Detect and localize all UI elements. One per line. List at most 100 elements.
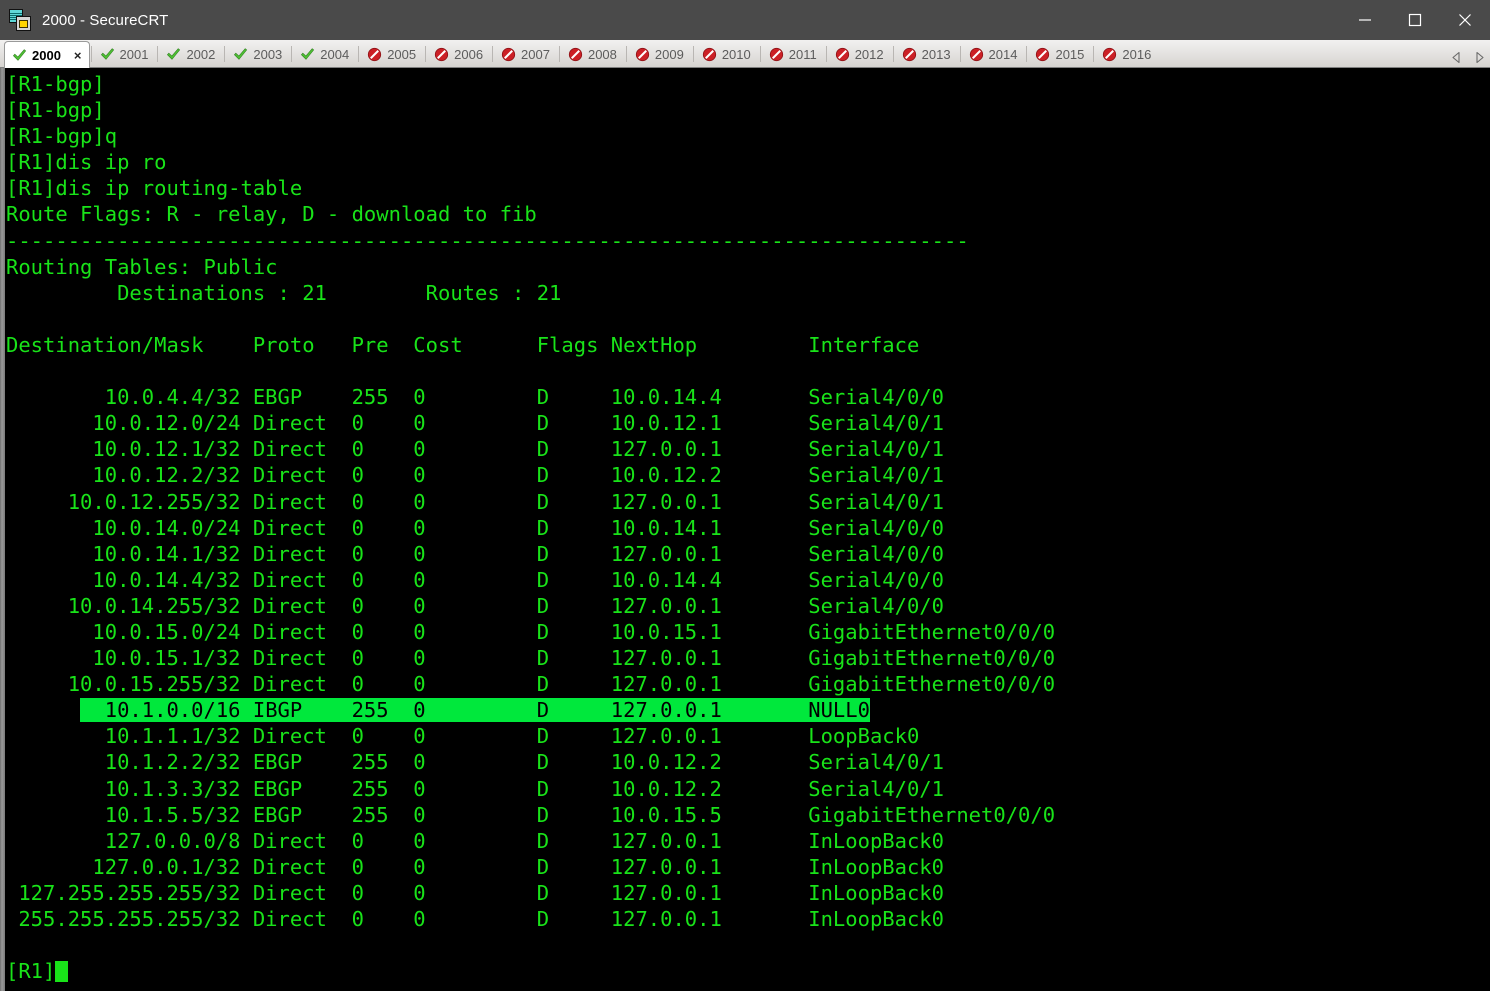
tab-separator bbox=[425, 46, 427, 62]
tab-close-icon[interactable]: × bbox=[71, 49, 85, 62]
tab-separator bbox=[90, 46, 92, 62]
maximize-button[interactable] bbox=[1390, 0, 1440, 40]
connected-icon bbox=[234, 47, 248, 60]
routing-table-row[interactable]: 10.0.14.255/32 Direct 0 0 D 127.0.0.1 Se… bbox=[6, 593, 1490, 619]
session-tab-2004[interactable]: 2004 bbox=[293, 41, 357, 67]
routing-table-row[interactable]: 127.0.0.1/32 Direct 0 0 D 127.0.0.1 InLo… bbox=[6, 854, 1490, 880]
session-tab-2007[interactable]: 2007 bbox=[494, 41, 558, 67]
routing-table-row[interactable]: 10.1.3.3/32 EBGP 255 0 D 10.0.12.2 Seria… bbox=[6, 776, 1490, 802]
routing-table-row[interactable]: 255.255.255.255/32 Direct 0 0 D 127.0.0.… bbox=[6, 906, 1490, 932]
disconnected-icon bbox=[835, 47, 849, 61]
routing-table-row[interactable]: 10.1.2.2/32 EBGP 255 0 D 10.0.12.2 Seria… bbox=[6, 749, 1490, 775]
session-tab-2005[interactable]: 2005 bbox=[360, 41, 424, 67]
session-tab-2006[interactable]: 2006 bbox=[427, 41, 491, 67]
selected-row-highlight: 10.1.0.0/16 IBGP 255 0 D 127.0.0.1 NULL0 bbox=[80, 698, 870, 723]
terminal-prompt-line[interactable]: [R1] bbox=[6, 958, 1490, 984]
scroll-tabs-right-icon[interactable] bbox=[1473, 51, 1486, 64]
disconnected-icon bbox=[368, 47, 382, 61]
session-tab-2009[interactable]: 2009 bbox=[628, 41, 692, 67]
terminal-screen[interactable]: [R1-bgp] [R1-bgp] [R1-bgp]q [R1]dis ip ro [R… bbox=[5, 68, 1490, 991]
terminal-output-line-8: Destinations : 21 Routes : 21 bbox=[6, 280, 562, 305]
routing-table-row[interactable]: 10.0.12.0/24 Direct 0 0 D 10.0.12.1 Seri… bbox=[6, 410, 1490, 436]
session-tab-2015[interactable]: 2015 bbox=[1028, 41, 1092, 67]
routing-table-row[interactable]: 10.1.1.1/32 Direct 0 0 D 127.0.0.1 LoopB… bbox=[6, 723, 1490, 749]
tab-separator bbox=[492, 46, 494, 62]
tab-label: 2015 bbox=[1055, 46, 1085, 62]
session-tab-2013[interactable]: 2013 bbox=[895, 41, 959, 67]
routing-table-row[interactable]: 10.0.12.1/32 Direct 0 0 D 127.0.0.1 Seri… bbox=[6, 436, 1490, 462]
window-title: 2000 - SecureCRT bbox=[42, 11, 169, 29]
tab-label: 2013 bbox=[921, 46, 951, 62]
routing-table-row[interactable]: 10.0.12.2/32 Direct 0 0 D 10.0.12.2 Seri… bbox=[6, 462, 1490, 488]
disconnected-icon bbox=[635, 47, 649, 61]
routing-table-row[interactable]: 10.0.4.4/32 EBGP 255 0 D 10.0.14.4 Seria… bbox=[6, 384, 1490, 410]
terminal-cursor bbox=[55, 961, 68, 983]
routing-table-row[interactable]: 10.1.0.0/16 IBGP 255 0 D 127.0.0.1 NULL0 bbox=[6, 697, 1490, 723]
minimize-icon bbox=[1359, 19, 1371, 21]
routing-table-row[interactable]: 10.0.12.255/32 Direct 0 0 D 127.0.0.1 Se… bbox=[6, 489, 1490, 515]
disconnected-icon bbox=[769, 47, 783, 61]
connected-icon bbox=[301, 47, 315, 60]
securecrt-window: 2000 - SecureCRT 2000 × 2001 2002 2003 2004 20… bbox=[0, 0, 1490, 991]
session-tab-2001[interactable]: 2001 bbox=[93, 41, 157, 67]
tab-separator bbox=[358, 46, 360, 62]
tab-label: 2006 bbox=[454, 46, 484, 62]
terminal-output-line-0: [R1-bgp] bbox=[6, 72, 105, 96]
terminal-output-line-3: [R1]dis ip ro bbox=[6, 150, 167, 175]
scroll-tabs-left-icon[interactable] bbox=[1450, 51, 1463, 64]
tab-label: 2014 bbox=[988, 46, 1018, 62]
tab-label: 2010 bbox=[721, 46, 751, 62]
routing-table-row[interactable]: 127.255.255.255/32 Direct 0 0 D 127.0.0.… bbox=[6, 880, 1490, 906]
tab-label: 2012 bbox=[854, 46, 884, 62]
routing-table-row[interactable]: 10.0.14.1/32 Direct 0 0 D 127.0.0.1 Seri… bbox=[6, 541, 1490, 567]
tab-label: 2007 bbox=[521, 46, 550, 62]
close-button[interactable] bbox=[1440, 0, 1490, 40]
routing-table-row[interactable]: 10.0.15.1/32 Direct 0 0 D 127.0.0.1 Giga… bbox=[6, 645, 1490, 671]
routing-table-row[interactable]: 10.0.14.4/32 Direct 0 0 D 10.0.14.4 Seri… bbox=[6, 567, 1490, 593]
session-tab-2010[interactable]: 2010 bbox=[695, 41, 759, 67]
session-tab-2008[interactable]: 2008 bbox=[561, 41, 625, 67]
disconnected-icon bbox=[568, 47, 583, 61]
securecrt-icon bbox=[9, 9, 31, 31]
tab-separator bbox=[291, 46, 293, 62]
tab-label: 2002 bbox=[186, 46, 216, 62]
session-tab-2016[interactable]: 2016 bbox=[1095, 41, 1159, 67]
routing-table-row[interactable]: 10.1.5.5/32 EBGP 255 0 D 10.0.15.5 Gigab… bbox=[6, 802, 1490, 828]
tab-separator bbox=[959, 46, 961, 62]
routing-table-row[interactable]: 10.0.15.0/24 Direct 0 0 D 10.0.15.1 Giga… bbox=[6, 619, 1490, 645]
session-tab-2012[interactable]: 2012 bbox=[828, 41, 892, 67]
session-tab-2011[interactable]: 2011 bbox=[762, 41, 825, 67]
session-tab-2002[interactable]: 2002 bbox=[159, 41, 223, 67]
tab-scroll-controls[interactable] bbox=[1450, 51, 1486, 64]
tab-label: 2009 bbox=[654, 46, 684, 62]
terminal-output-line-4: [R1]dis ip routing-table bbox=[6, 176, 303, 201]
routing-table-row[interactable]: 10.0.14.0/24 Direct 0 0 D 10.0.14.1 Seri… bbox=[6, 515, 1490, 541]
terminal-output-line-1: [R1-bgp] bbox=[6, 98, 105, 123]
terminal-prompt: [R1] bbox=[6, 959, 56, 984]
maximize-icon bbox=[1408, 13, 1422, 27]
routing-table-row[interactable]: 10.0.15.255/32 Direct 0 0 D 127.0.0.1 Gi… bbox=[6, 671, 1490, 697]
tab-separator bbox=[157, 46, 159, 62]
routing-table-row[interactable]: 127.0.0.0/8 Direct 0 0 D 127.0.0.1 InLoo… bbox=[6, 828, 1490, 854]
tab-separator bbox=[759, 46, 761, 62]
title-bar: 2000 - SecureCRT bbox=[0, 0, 1490, 40]
disconnected-icon bbox=[435, 47, 449, 61]
tab-label: 2016 bbox=[1122, 46, 1152, 62]
minimize-button[interactable] bbox=[1340, 0, 1390, 40]
terminal-area[interactable]: [R1-bgp] [R1-bgp] [R1-bgp]q [R1]dis ip ro [R… bbox=[0, 68, 1490, 991]
session-tab-2014[interactable]: 2014 bbox=[962, 41, 1026, 67]
tab-separator bbox=[1026, 46, 1028, 62]
disconnected-icon bbox=[969, 47, 983, 61]
tab-label: 2000 bbox=[32, 47, 61, 63]
tab-label: 2005 bbox=[387, 46, 417, 62]
tab-label: 2011 bbox=[788, 46, 817, 62]
tab-separator bbox=[892, 46, 894, 62]
tab-separator bbox=[625, 46, 627, 62]
disconnected-icon bbox=[1036, 47, 1050, 61]
session-tab-2003[interactable]: 2003 bbox=[226, 41, 290, 67]
terminal-blank bbox=[6, 932, 1490, 958]
session-tab-bar[interactable]: 2000 × 2001 2002 2003 2004 2005 2006 2007 2008 200… bbox=[0, 40, 1490, 68]
connected-icon bbox=[100, 47, 114, 60]
disconnected-icon bbox=[501, 47, 516, 61]
session-tab-2000[interactable]: 2000 × bbox=[4, 41, 90, 68]
